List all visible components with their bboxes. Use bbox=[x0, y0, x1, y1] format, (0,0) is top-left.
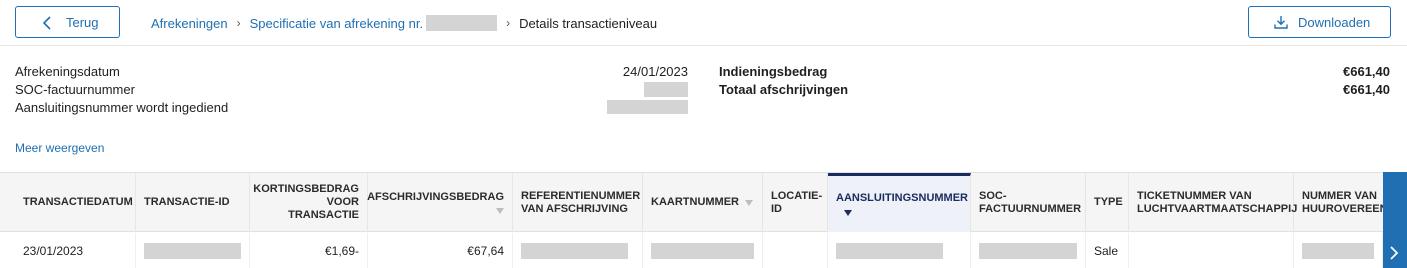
column-header-kaartnummer[interactable]: KAARTNUMMER bbox=[643, 173, 763, 232]
column-header-transactiedatum[interactable]: TRANSACTIEDATUM bbox=[15, 173, 136, 232]
chevron-right-icon: › bbox=[506, 16, 511, 30]
submission-amount-label: Indieningsbedrag bbox=[719, 64, 828, 79]
breadcrumb-current: Details transactieniveau bbox=[519, 15, 658, 31]
column-header-type[interactable]: TYPE bbox=[1086, 173, 1129, 232]
cell-transactie-id bbox=[136, 233, 250, 268]
scroll-right-button[interactable] bbox=[1383, 172, 1407, 268]
cell-aansluitingsnummer bbox=[828, 233, 971, 268]
sort-icon bbox=[745, 199, 753, 206]
sort-icon bbox=[496, 208, 504, 214]
column-header-aansluitingsnummer[interactable]: AANSLUITINGSNUMMER bbox=[828, 173, 971, 232]
settlement-date-label: Afrekeningsdatum bbox=[15, 64, 120, 79]
show-more-link[interactable]: Meer weergeven bbox=[15, 141, 104, 155]
table-header-row: TRANSACTIEDATUM TRANSACTIE-ID KORTINGSBE… bbox=[0, 173, 1407, 232]
cell-transactiedatum: 23/01/2023 bbox=[15, 233, 136, 268]
soc-invoice-label: SOC-factuurnummer bbox=[15, 82, 135, 97]
soc-invoice-redacted bbox=[644, 82, 688, 97]
redacted-value bbox=[1302, 243, 1374, 259]
column-header-locatie-id[interactable]: LOCATIE-ID bbox=[763, 173, 828, 232]
chevron-right-icon: › bbox=[236, 16, 241, 30]
redacted-value bbox=[836, 243, 943, 259]
redacted-value bbox=[144, 243, 241, 259]
cell-referentienummer bbox=[513, 233, 643, 268]
redacted-settlement-number bbox=[426, 15, 498, 31]
breadcrumb-specificatie[interactable]: Specificatie van afrekening nr. bbox=[250, 16, 423, 31]
cell-afschrijving: €67,64 bbox=[368, 233, 513, 268]
top-bar: Terug Afrekeningen › Specificatie van af… bbox=[0, 0, 1407, 46]
total-writeoffs-value: €661,40 bbox=[1343, 82, 1390, 97]
download-icon bbox=[1274, 16, 1288, 29]
cell-locatie-id bbox=[763, 233, 828, 268]
table-row: 23/01/2023 €1,69- €67,64 Sale bbox=[0, 233, 1407, 268]
cell-soc-factuurnummer bbox=[971, 233, 1086, 268]
sort-desc-icon bbox=[844, 210, 852, 216]
cell-kaartnummer bbox=[643, 233, 763, 268]
redacted-value bbox=[979, 243, 1077, 259]
back-button-label: Terug bbox=[66, 15, 99, 30]
connection-number-label: Aansluitingsnummer wordt ingediend bbox=[15, 100, 229, 115]
column-header-afschrijving[interactable]: AFSCHRIJVINGSBEDRAG bbox=[367, 173, 513, 232]
column-header-korting[interactable]: KORTINGSBEDRAG VOOR TRANSACTIE bbox=[250, 173, 368, 232]
download-button-label: Downloaden bbox=[1298, 15, 1371, 30]
cell-korting: €1,69- bbox=[250, 233, 368, 268]
cell-huurovereenkomst bbox=[1294, 233, 1383, 268]
settlement-date-value: 24/01/2023 bbox=[622, 64, 688, 79]
total-writeoffs-label: Totaal afschrijvingen bbox=[719, 82, 849, 97]
download-button[interactable]: Downloaden bbox=[1248, 6, 1391, 38]
column-header-soc-factuurnummer[interactable]: SOC-FACTUURNUMMER bbox=[971, 173, 1086, 232]
column-header-referentienummer[interactable]: REFERENTIENUMMER VAN AFSCHRIJVING bbox=[513, 173, 643, 232]
breadcrumb-afrekeningen[interactable]: Afrekeningen bbox=[151, 16, 228, 31]
submission-amount-value: €661,40 bbox=[1343, 64, 1390, 79]
cell-ticketnummer bbox=[1129, 233, 1294, 268]
chevron-left-icon bbox=[42, 16, 51, 30]
connection-number-redacted bbox=[607, 100, 688, 114]
breadcrumb: Afrekeningen › Specificatie van afrekeni… bbox=[151, 15, 657, 31]
column-header-transactie-id[interactable]: TRANSACTIE-ID bbox=[136, 173, 250, 232]
column-header-ticketnummer[interactable]: TICKETNUMMER VAN LUCHTVAARTMAATSCHAPPIJ bbox=[1129, 173, 1297, 232]
redacted-value bbox=[521, 243, 628, 259]
chevron-right-icon bbox=[1390, 246, 1399, 260]
transactions-table: TRANSACTIEDATUM TRANSACTIE-ID KORTINGSBE… bbox=[0, 172, 1407, 268]
back-button[interactable]: Terug bbox=[15, 6, 120, 38]
cell-type: Sale bbox=[1086, 233, 1129, 268]
redacted-value bbox=[651, 243, 754, 259]
